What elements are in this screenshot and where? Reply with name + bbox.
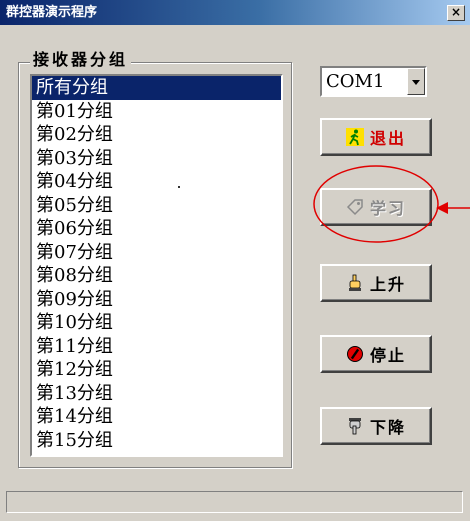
raise-button[interactable]: 上升: [320, 264, 432, 302]
close-button[interactable]: ×: [447, 5, 465, 21]
list-item[interactable]: 第03分组: [32, 147, 281, 171]
list-item[interactable]: 第09分组: [32, 288, 281, 312]
exit-button[interactable]: 退出: [320, 118, 432, 156]
list-item[interactable]: 第13分组: [32, 382, 281, 406]
list-item[interactable]: 第02分组: [32, 123, 281, 147]
com-port-select[interactable]: COM1: [320, 66, 427, 97]
list-item[interactable]: 第06分组: [32, 217, 281, 241]
list-item[interactable]: 所有分组: [32, 76, 281, 100]
lower-button[interactable]: 下降: [320, 407, 432, 445]
lower-button-label: 下降: [369, 418, 406, 437]
stop-button-label: 停止: [369, 346, 406, 365]
stop-icon: [346, 345, 364, 363]
title-bar: 群控器演示程序 ×: [0, 0, 470, 25]
annotation-arrow-head: [436, 202, 448, 214]
window-title: 群控器演示程序: [6, 5, 98, 20]
list-item[interactable]: 第12分组: [32, 358, 281, 382]
running-man-icon: [345, 128, 364, 146]
list-item[interactable]: 第05分组: [32, 194, 281, 218]
hand-down-icon: [346, 417, 364, 435]
list-item[interactable]: 第08分组: [32, 264, 281, 288]
list-item[interactable]: 第01分组: [32, 100, 281, 124]
receiver-group-list[interactable]: 所有分组 第01分组 第02分组 第03分组 第04分组 第05分组 第06分组 第07分组第…: [30, 74, 283, 457]
list-item[interactable]: 第15分组: [32, 429, 281, 453]
com-port-value: COM1: [326, 71, 385, 92]
stop-button[interactable]: 停止: [320, 335, 432, 373]
learn-button[interactable]: 学习: [320, 188, 432, 226]
list-item[interactable]: 第14分组: [32, 405, 281, 429]
list-item[interactable]: 第11分组: [32, 335, 281, 359]
chevron-down-icon[interactable]: [407, 68, 425, 95]
list-item[interactable]: 第04分组: [32, 170, 281, 194]
status-bar: [6, 491, 463, 513]
list-item[interactable]: 第10分组: [32, 311, 281, 335]
raise-button-label: 上升: [369, 275, 406, 294]
hand-up-icon: [346, 274, 364, 292]
list-item[interactable]: 第07分组: [32, 241, 281, 265]
learn-button-label: 学习: [369, 199, 406, 218]
exit-button-label: 退出: [369, 129, 406, 148]
tag-icon: [346, 198, 364, 216]
group-label: 接收器分组: [30, 50, 132, 70]
stray-dot: [178, 186, 180, 188]
